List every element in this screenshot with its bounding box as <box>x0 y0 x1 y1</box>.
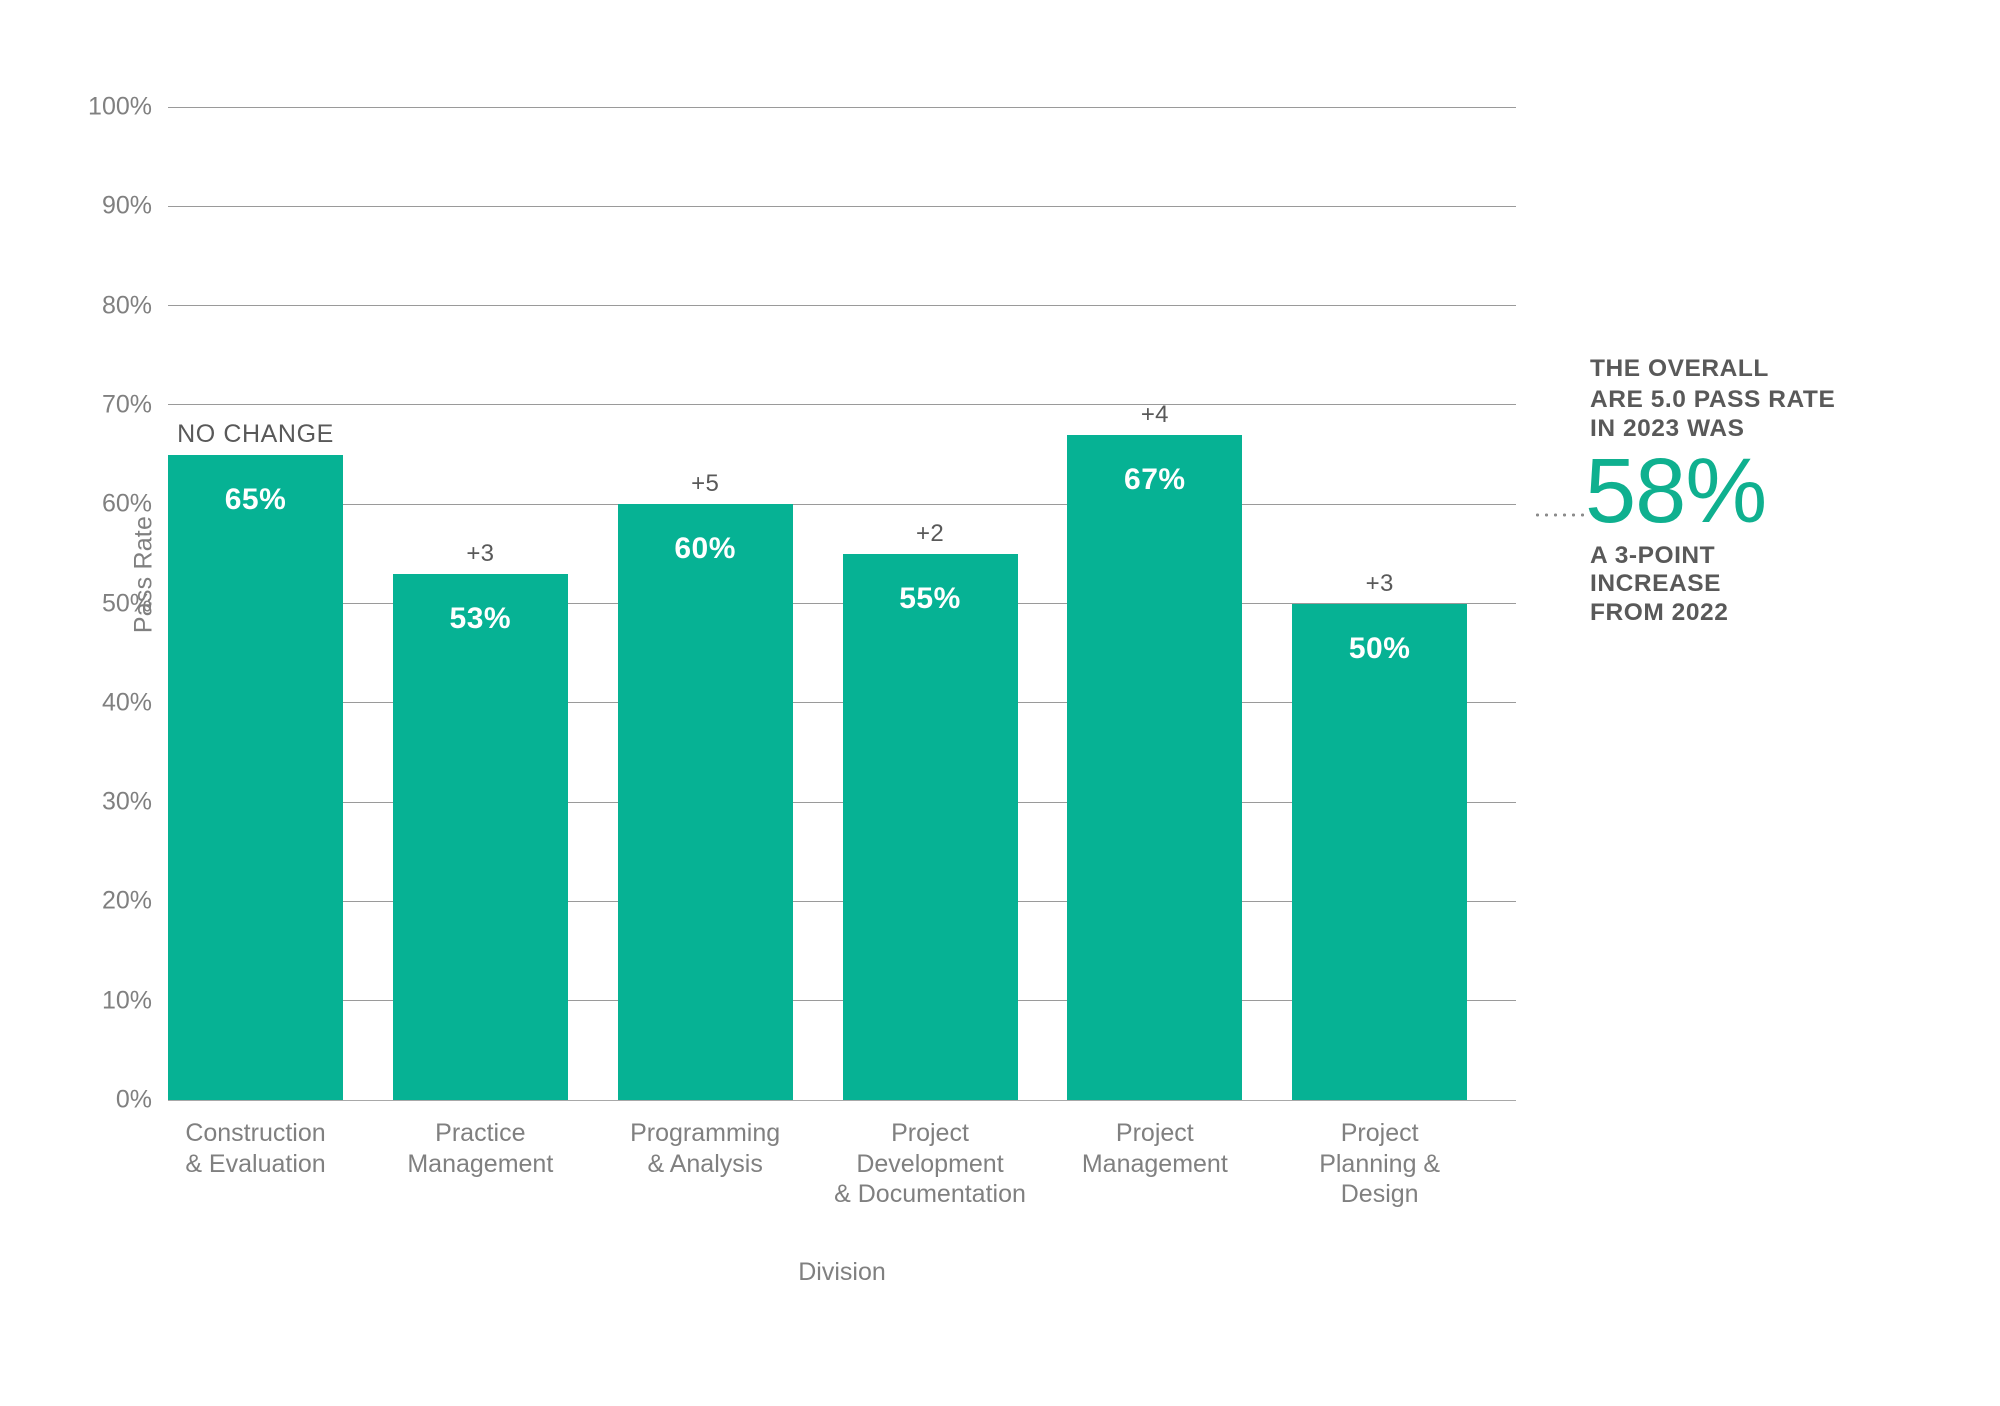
bar-change-label: +2 <box>916 519 944 547</box>
y-tick-label-100: 100% <box>88 92 152 121</box>
bar-value-label: 53% <box>449 601 512 635</box>
bar-value-label: 67% <box>1124 462 1186 496</box>
callout-big-value: 58% <box>1585 440 1767 543</box>
y-axis-title: Pass Rate <box>129 515 158 634</box>
bar-value-label: 50% <box>1348 631 1411 665</box>
gridline-70 <box>168 404 1516 406</box>
callout-line-5: INCREASE <box>1590 570 1722 598</box>
x-tick-label-line: Development <box>856 1149 1004 1178</box>
y-tick-label-80: 80% <box>101 291 152 320</box>
gridline-90 <box>168 205 1516 207</box>
y-tick-label-90: 90% <box>101 191 152 220</box>
x-tick-label-line: Project <box>1115 1119 1194 1147</box>
y-tick-label-20: 20% <box>101 886 152 915</box>
x-tick-label-line: Design <box>1340 1180 1419 1208</box>
y-tick-label-30: 30% <box>101 787 152 816</box>
callout-line-3: IN 2023 WAS <box>1590 414 1745 442</box>
bar-change-label: +5 <box>691 470 720 498</box>
callout-line-6: FROM 2022 <box>1590 599 1729 627</box>
y-tick-label-10: 10% <box>101 986 152 1015</box>
bar[interactable]: 50% <box>1292 603 1468 1100</box>
x-tick-label: Project Planning & Design <box>1264 1118 1495 1210</box>
x-tick-label-line: Practice <box>435 1119 526 1147</box>
x-tick-label-line: & Documentation <box>834 1180 1026 1208</box>
bar[interactable]: 55% <box>842 553 1018 1100</box>
bar-value-label: 65% <box>224 482 287 516</box>
overall-pass-rate-callout: THE OVERALL ARE 5.0 PASS RATE IN 2023 WA… <box>1585 355 1960 628</box>
x-tick-label-line: & Evaluation <box>185 1149 326 1178</box>
bar[interactable]: 60% <box>617 504 793 1100</box>
x-tick-label-line: Construction <box>185 1119 326 1147</box>
callout-line-1: THE OVERALL <box>1590 355 1769 382</box>
y-tick-label-0: 0% <box>115 1085 152 1114</box>
bar[interactable]: 53% <box>392 573 568 1100</box>
callout-leader-dots <box>1533 513 1585 517</box>
callout-line-4: A 3-POINT <box>1590 541 1716 569</box>
bar-change-label: +3 <box>1365 569 1394 597</box>
x-tick-label-line: & Analysis <box>647 1149 763 1178</box>
bar-change-label: NO CHANGE <box>177 419 334 448</box>
x-tick-label-line: Project <box>1340 1119 1419 1147</box>
chart-canvas: Pass Rate 0% 10% 20% 30% 40% 50% 60% 70% 80% 90% 1… <box>0 0 2000 1406</box>
y-tick-label-50: 50% <box>101 589 152 617</box>
bar[interactable]: 65% <box>168 454 343 1100</box>
bar[interactable]: 67% <box>1067 434 1243 1100</box>
x-tick-label-line: Project <box>891 1119 969 1147</box>
x-tick-label: Practice Management <box>365 1118 596 1179</box>
bar-value-label: 55% <box>899 581 961 615</box>
y-tick-label-60: 60% <box>101 489 152 518</box>
x-tick-label: Project Development & Documentation <box>815 1118 1046 1210</box>
x-tick-label-line: Management <box>1081 1149 1228 1178</box>
x-tick-label-line: Management <box>407 1149 554 1178</box>
x-tick-label: Project Management <box>1039 1118 1270 1179</box>
x-tick-label-line: Programming <box>630 1119 781 1147</box>
gridline-80 <box>168 305 1516 307</box>
gridline-60 <box>168 503 1516 505</box>
x-axis-title: Division <box>798 1258 886 1286</box>
y-tick-label-40: 40% <box>101 688 152 717</box>
bar-change-label: +3 <box>466 539 495 567</box>
x-tick-label: Programming & Analysis <box>590 1118 821 1179</box>
y-tick-label-70: 70% <box>101 390 152 419</box>
callout-line-2: ARE 5.0 PASS RATE <box>1590 385 1836 413</box>
bar-change-label: +4 <box>1140 400 1169 428</box>
bar-value-label: 60% <box>674 532 736 566</box>
x-tick-label: Construction & Evaluation <box>140 1118 371 1179</box>
x-tick-label-line: Planning & <box>1319 1149 1441 1178</box>
gridline-100 <box>168 106 1516 108</box>
